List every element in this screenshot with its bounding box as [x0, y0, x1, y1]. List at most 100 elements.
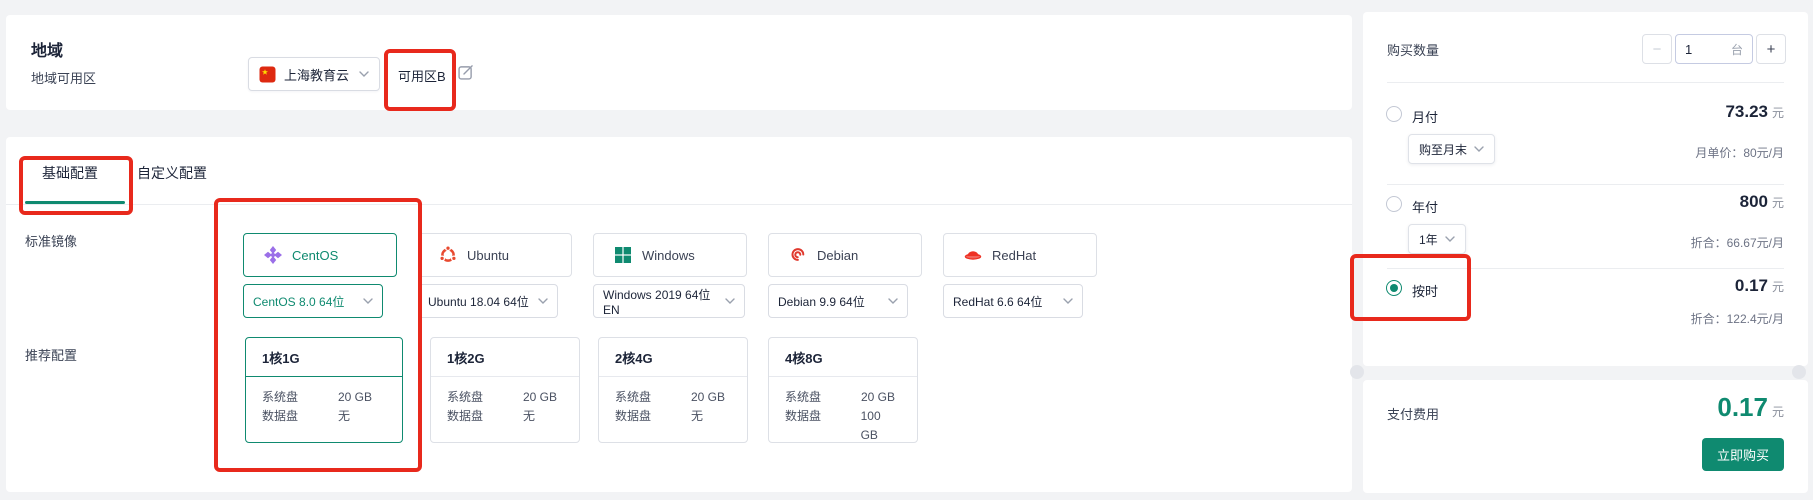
china-flag-icon	[259, 66, 276, 83]
preset-name: 2核4G	[599, 338, 747, 377]
quantity-input[interactable]	[1685, 42, 1715, 57]
chevron-down-icon	[888, 298, 898, 304]
buy-now-button[interactable]: 立即购买	[1702, 438, 1784, 471]
edit-icon[interactable]	[458, 64, 474, 80]
disk-label: 系统盘	[615, 388, 673, 407]
chevron-down-icon	[538, 298, 548, 304]
hourly-radio[interactable]	[1386, 280, 1402, 296]
windows-version-select[interactable]: Windows 2019 64位 EN	[593, 284, 745, 318]
os-version-value: CentOS 8.0 64位	[253, 293, 344, 310]
chevron-down-icon	[1445, 236, 1455, 242]
panel-divider	[1387, 184, 1784, 185]
yearly-plan-label: 年付	[1412, 197, 1438, 216]
payment-amount: 0.17	[1717, 392, 1768, 423]
disk-value: 20 GB	[523, 388, 557, 407]
ubuntu-version-select[interactable]: Ubuntu 18.04 64位	[418, 284, 558, 318]
availability-zone[interactable]: 可用区B	[398, 66, 446, 85]
hourly-plan-label: 按时	[1412, 281, 1438, 300]
currency-label: 元	[1772, 104, 1784, 121]
preset-1c1g[interactable]: 1核1G 系统盘20 GB 数据盘无	[245, 337, 403, 443]
disk-value: 无	[691, 407, 703, 426]
os-option-debian[interactable]: Debian	[768, 233, 922, 277]
os-name: Windows	[642, 248, 695, 263]
preset-name: 4核8G	[769, 338, 917, 377]
standard-image-label: 标准镜像	[25, 231, 77, 250]
panel-notch-left	[1350, 365, 1364, 379]
os-version-value: Debian 9.9 64位	[778, 293, 865, 310]
currency-label: 元	[1772, 278, 1784, 295]
preset-name: 1核2G	[431, 338, 579, 377]
chevron-down-icon	[1063, 298, 1073, 304]
chevron-down-icon	[1474, 146, 1484, 152]
disk-label: 系统盘	[262, 388, 320, 407]
yearly-price: 800	[1740, 192, 1768, 212]
yearly-period-select[interactable]: 1年	[1408, 224, 1466, 254]
os-option-ubuntu[interactable]: Ubuntu	[418, 233, 572, 277]
debian-version-select[interactable]: Debian 9.9 64位	[768, 284, 908, 318]
tab-basic-config[interactable]: 基础配置	[42, 163, 98, 183]
quantity-plus-button[interactable]: +	[1756, 34, 1786, 64]
centos-icon	[264, 246, 282, 264]
preset-1c2g[interactable]: 1核2G 系统盘20 GB 数据盘无	[430, 337, 580, 443]
disk-label: 系统盘	[447, 388, 505, 407]
disk-value: 20 GB	[338, 388, 372, 407]
period-value: 购至月末	[1419, 141, 1467, 158]
active-tab-underline	[25, 201, 125, 204]
yearly-radio[interactable]	[1386, 196, 1402, 212]
os-option-centos[interactable]: CentOS	[243, 233, 397, 277]
preset-2c4g[interactable]: 2核4G 系统盘20 GB 数据盘无	[598, 337, 748, 443]
recommended-config-label: 推荐配置	[25, 345, 77, 364]
os-version-value: RedHat 6.6 64位	[953, 293, 1042, 310]
disk-label: 系统盘	[785, 388, 843, 407]
quantity-stepper: − 台 +	[1642, 34, 1786, 64]
payment-label: 支付费用	[1387, 404, 1439, 423]
chevron-down-icon	[359, 71, 369, 77]
monthly-plan-label: 月付	[1412, 107, 1438, 126]
currency-label: 元	[1772, 194, 1784, 211]
os-option-redhat[interactable]: RedHat	[943, 233, 1097, 277]
quantity-label: 购买数量	[1387, 40, 1439, 59]
region-zone-label: 地域可用区	[31, 68, 96, 87]
monthly-radio[interactable]	[1386, 106, 1402, 122]
period-value: 1年	[1419, 231, 1438, 248]
panel-divider	[1387, 268, 1784, 269]
os-name: Ubuntu	[467, 248, 509, 263]
redhat-version-select[interactable]: RedHat 6.6 64位	[943, 284, 1083, 318]
os-name: CentOS	[292, 248, 338, 263]
tab-custom-config[interactable]: 自定义配置	[137, 163, 207, 183]
panel-notch-right	[1792, 365, 1806, 379]
preset-name: 1核1G	[246, 338, 402, 377]
region-card: 地域 地域可用区	[6, 15, 1352, 110]
currency-label: 元	[1772, 403, 1784, 420]
chevron-down-icon	[363, 298, 373, 304]
yearly-converted-note: 折合：66.67元/月	[1691, 234, 1784, 251]
preset-4c8g[interactable]: 4核8G 系统盘20 GB 数据盘100 GB	[768, 337, 918, 443]
tabs-divider	[6, 204, 1352, 205]
quantity-input-box: 台	[1675, 34, 1753, 64]
os-name: Debian	[817, 248, 858, 263]
disk-value: 20 GB	[861, 388, 895, 407]
os-version-value: Ubuntu 18.04 64位	[428, 293, 529, 310]
hourly-price: 0.17	[1735, 276, 1768, 296]
disk-value: 无	[523, 407, 535, 426]
redhat-icon	[964, 246, 982, 264]
disk-value: 100 GB	[861, 407, 901, 445]
os-version-value: Windows 2019 64位 EN	[603, 286, 725, 317]
debian-icon	[789, 246, 807, 264]
hourly-converted-note: 折合：122.4元/月	[1691, 310, 1784, 327]
centos-version-select[interactable]: CentOS 8.0 64位	[243, 284, 383, 318]
windows-icon	[614, 246, 632, 264]
ubuntu-icon	[439, 246, 457, 264]
quantity-minus-button[interactable]: −	[1642, 34, 1672, 64]
monthly-price: 73.23	[1725, 102, 1768, 122]
os-option-windows[interactable]: Windows	[593, 233, 747, 277]
region-select-value: 上海教育云	[284, 65, 349, 84]
disk-label: 数据盘	[262, 407, 320, 426]
monthly-period-select[interactable]: 购至月末	[1408, 134, 1495, 164]
region-title: 地域	[31, 37, 63, 61]
panel-divider	[1387, 82, 1784, 83]
disk-value: 20 GB	[691, 388, 725, 407]
region-select[interactable]: 上海教育云	[248, 57, 380, 91]
monthly-unit-price-note: 月单价：80元/月	[1695, 144, 1784, 161]
os-name: RedHat	[992, 248, 1036, 263]
